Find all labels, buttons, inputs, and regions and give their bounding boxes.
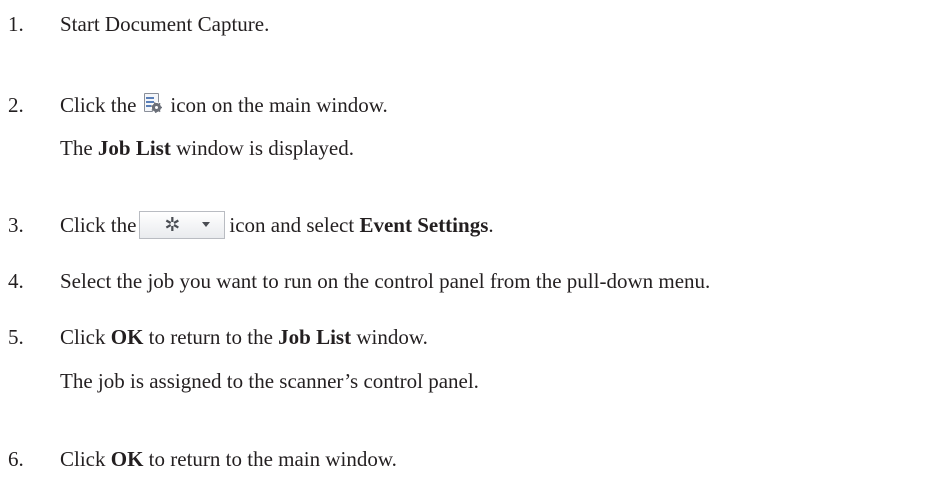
step-number: 2.	[8, 93, 24, 117]
gear-icon: ✲	[164, 214, 181, 236]
gear-dropdown-button[interactable]: ✲	[139, 211, 226, 239]
step-number: 1.	[8, 12, 24, 36]
step-text: Select the job you want to run on the co…	[60, 269, 711, 293]
chevron-down-icon	[202, 222, 211, 227]
gear-icon	[151, 102, 163, 113]
step-text: Click OK to return to the main window.	[60, 447, 397, 471]
step-text: Start Document Capture.	[60, 12, 270, 36]
job-list-icon[interactable]	[142, 93, 163, 115]
step-number: 4.	[8, 269, 24, 293]
step-number: 3.	[8, 213, 24, 237]
step-note: The Job List window is displayed.	[60, 136, 354, 160]
step-text: Click the icon on the main window.	[60, 93, 388, 117]
step-note: The job is assigned to the scanner’s con…	[60, 369, 479, 393]
step-number: 5.	[8, 325, 24, 349]
step-text: Click OK to return to the Job List windo…	[60, 325, 428, 349]
step-number: 6.	[8, 447, 24, 471]
step-text: Click the ✲ icon and select Event Settings…	[60, 211, 494, 239]
